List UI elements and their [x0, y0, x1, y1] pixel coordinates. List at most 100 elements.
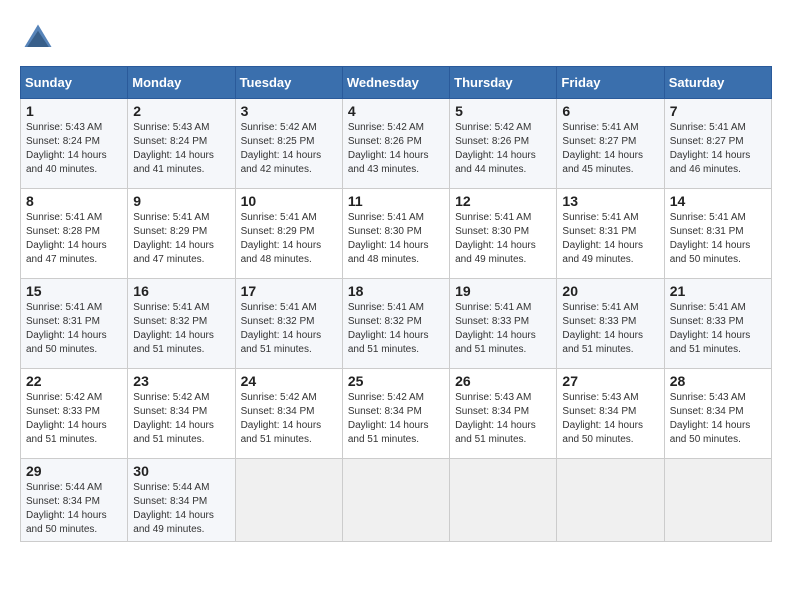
day-number: 21	[670, 283, 766, 299]
day-number: 22	[26, 373, 122, 389]
logo-icon	[20, 20, 56, 56]
day-info: Sunrise: 5:42 AM Sunset: 8:34 PM Dayligh…	[348, 391, 444, 447]
day-number: 16	[133, 283, 229, 299]
calendar-cell	[235, 459, 342, 542]
day-info: Sunrise: 5:41 AM Sunset: 8:27 PM Dayligh…	[670, 121, 766, 177]
day-number: 17	[241, 283, 337, 299]
day-number: 25	[348, 373, 444, 389]
calendar-cell: 2 Sunrise: 5:43 AM Sunset: 8:24 PM Dayli…	[128, 99, 235, 189]
page-header	[20, 20, 772, 56]
day-info: Sunrise: 5:41 AM Sunset: 8:33 PM Dayligh…	[562, 301, 658, 357]
weekday-header-friday: Friday	[557, 67, 664, 99]
day-info: Sunrise: 5:41 AM Sunset: 8:31 PM Dayligh…	[562, 211, 658, 267]
calendar-cell	[557, 459, 664, 542]
day-number: 30	[133, 463, 229, 479]
calendar-cell: 16 Sunrise: 5:41 AM Sunset: 8:32 PM Dayl…	[128, 279, 235, 369]
day-number: 10	[241, 193, 337, 209]
calendar-cell: 15 Sunrise: 5:41 AM Sunset: 8:31 PM Dayl…	[21, 279, 128, 369]
day-number: 12	[455, 193, 551, 209]
day-number: 6	[562, 103, 658, 119]
day-info: Sunrise: 5:41 AM Sunset: 8:32 PM Dayligh…	[133, 301, 229, 357]
calendar-cell: 7 Sunrise: 5:41 AM Sunset: 8:27 PM Dayli…	[664, 99, 771, 189]
weekday-header-sunday: Sunday	[21, 67, 128, 99]
day-number: 5	[455, 103, 551, 119]
day-number: 14	[670, 193, 766, 209]
calendar-cell: 26 Sunrise: 5:43 AM Sunset: 8:34 PM Dayl…	[450, 369, 557, 459]
calendar-cell: 4 Sunrise: 5:42 AM Sunset: 8:26 PM Dayli…	[342, 99, 449, 189]
calendar-cell: 17 Sunrise: 5:41 AM Sunset: 8:32 PM Dayl…	[235, 279, 342, 369]
day-number: 19	[455, 283, 551, 299]
day-number: 3	[241, 103, 337, 119]
day-info: Sunrise: 5:41 AM Sunset: 8:32 PM Dayligh…	[241, 301, 337, 357]
calendar-cell: 12 Sunrise: 5:41 AM Sunset: 8:30 PM Dayl…	[450, 189, 557, 279]
day-info: Sunrise: 5:42 AM Sunset: 8:34 PM Dayligh…	[241, 391, 337, 447]
day-info: Sunrise: 5:42 AM Sunset: 8:33 PM Dayligh…	[26, 391, 122, 447]
calendar-cell: 13 Sunrise: 5:41 AM Sunset: 8:31 PM Dayl…	[557, 189, 664, 279]
day-info: Sunrise: 5:43 AM Sunset: 8:24 PM Dayligh…	[133, 121, 229, 177]
calendar-cell: 14 Sunrise: 5:41 AM Sunset: 8:31 PM Dayl…	[664, 189, 771, 279]
calendar-cell: 20 Sunrise: 5:41 AM Sunset: 8:33 PM Dayl…	[557, 279, 664, 369]
calendar-cell: 1 Sunrise: 5:43 AM Sunset: 8:24 PM Dayli…	[21, 99, 128, 189]
day-info: Sunrise: 5:41 AM Sunset: 8:31 PM Dayligh…	[26, 301, 122, 357]
day-info: Sunrise: 5:44 AM Sunset: 8:34 PM Dayligh…	[133, 481, 229, 537]
day-number: 27	[562, 373, 658, 389]
calendar-cell: 8 Sunrise: 5:41 AM Sunset: 8:28 PM Dayli…	[21, 189, 128, 279]
weekday-header-tuesday: Tuesday	[235, 67, 342, 99]
calendar-cell: 29 Sunrise: 5:44 AM Sunset: 8:34 PM Dayl…	[21, 459, 128, 542]
day-info: Sunrise: 5:42 AM Sunset: 8:25 PM Dayligh…	[241, 121, 337, 177]
calendar-cell: 6 Sunrise: 5:41 AM Sunset: 8:27 PM Dayli…	[557, 99, 664, 189]
day-number: 15	[26, 283, 122, 299]
calendar-cell: 5 Sunrise: 5:42 AM Sunset: 8:26 PM Dayli…	[450, 99, 557, 189]
calendar-cell: 25 Sunrise: 5:42 AM Sunset: 8:34 PM Dayl…	[342, 369, 449, 459]
day-number: 7	[670, 103, 766, 119]
calendar-cell: 19 Sunrise: 5:41 AM Sunset: 8:33 PM Dayl…	[450, 279, 557, 369]
day-info: Sunrise: 5:41 AM Sunset: 8:27 PM Dayligh…	[562, 121, 658, 177]
day-number: 20	[562, 283, 658, 299]
day-info: Sunrise: 5:41 AM Sunset: 8:33 PM Dayligh…	[455, 301, 551, 357]
weekday-header-monday: Monday	[128, 67, 235, 99]
calendar-cell	[664, 459, 771, 542]
day-number: 4	[348, 103, 444, 119]
day-info: Sunrise: 5:41 AM Sunset: 8:29 PM Dayligh…	[241, 211, 337, 267]
calendar-cell: 10 Sunrise: 5:41 AM Sunset: 8:29 PM Dayl…	[235, 189, 342, 279]
day-info: Sunrise: 5:41 AM Sunset: 8:33 PM Dayligh…	[670, 301, 766, 357]
day-info: Sunrise: 5:44 AM Sunset: 8:34 PM Dayligh…	[26, 481, 122, 537]
calendar-cell: 22 Sunrise: 5:42 AM Sunset: 8:33 PM Dayl…	[21, 369, 128, 459]
day-info: Sunrise: 5:41 AM Sunset: 8:28 PM Dayligh…	[26, 211, 122, 267]
day-number: 2	[133, 103, 229, 119]
calendar-cell: 27 Sunrise: 5:43 AM Sunset: 8:34 PM Dayl…	[557, 369, 664, 459]
day-info: Sunrise: 5:43 AM Sunset: 8:34 PM Dayligh…	[455, 391, 551, 447]
calendar-cell: 3 Sunrise: 5:42 AM Sunset: 8:25 PM Dayli…	[235, 99, 342, 189]
day-number: 28	[670, 373, 766, 389]
calendar-cell	[450, 459, 557, 542]
weekday-header-saturday: Saturday	[664, 67, 771, 99]
day-number: 18	[348, 283, 444, 299]
calendar-cell: 18 Sunrise: 5:41 AM Sunset: 8:32 PM Dayl…	[342, 279, 449, 369]
day-info: Sunrise: 5:43 AM Sunset: 8:24 PM Dayligh…	[26, 121, 122, 177]
weekday-header-thursday: Thursday	[450, 67, 557, 99]
calendar-cell: 11 Sunrise: 5:41 AM Sunset: 8:30 PM Dayl…	[342, 189, 449, 279]
calendar-table: SundayMondayTuesdayWednesdayThursdayFrid…	[20, 66, 772, 542]
day-info: Sunrise: 5:41 AM Sunset: 8:30 PM Dayligh…	[348, 211, 444, 267]
day-info: Sunrise: 5:41 AM Sunset: 8:32 PM Dayligh…	[348, 301, 444, 357]
weekday-header-wednesday: Wednesday	[342, 67, 449, 99]
day-info: Sunrise: 5:41 AM Sunset: 8:30 PM Dayligh…	[455, 211, 551, 267]
day-number: 23	[133, 373, 229, 389]
day-info: Sunrise: 5:42 AM Sunset: 8:26 PM Dayligh…	[348, 121, 444, 177]
day-number: 1	[26, 103, 122, 119]
logo	[20, 20, 60, 56]
calendar-cell: 9 Sunrise: 5:41 AM Sunset: 8:29 PM Dayli…	[128, 189, 235, 279]
day-info: Sunrise: 5:41 AM Sunset: 8:29 PM Dayligh…	[133, 211, 229, 267]
day-number: 24	[241, 373, 337, 389]
day-info: Sunrise: 5:41 AM Sunset: 8:31 PM Dayligh…	[670, 211, 766, 267]
day-info: Sunrise: 5:42 AM Sunset: 8:34 PM Dayligh…	[133, 391, 229, 447]
day-number: 9	[133, 193, 229, 209]
calendar-cell: 24 Sunrise: 5:42 AM Sunset: 8:34 PM Dayl…	[235, 369, 342, 459]
calendar-cell: 21 Sunrise: 5:41 AM Sunset: 8:33 PM Dayl…	[664, 279, 771, 369]
calendar-cell: 30 Sunrise: 5:44 AM Sunset: 8:34 PM Dayl…	[128, 459, 235, 542]
day-number: 26	[455, 373, 551, 389]
day-number: 29	[26, 463, 122, 479]
day-info: Sunrise: 5:42 AM Sunset: 8:26 PM Dayligh…	[455, 121, 551, 177]
day-number: 13	[562, 193, 658, 209]
calendar-cell: 28 Sunrise: 5:43 AM Sunset: 8:34 PM Dayl…	[664, 369, 771, 459]
